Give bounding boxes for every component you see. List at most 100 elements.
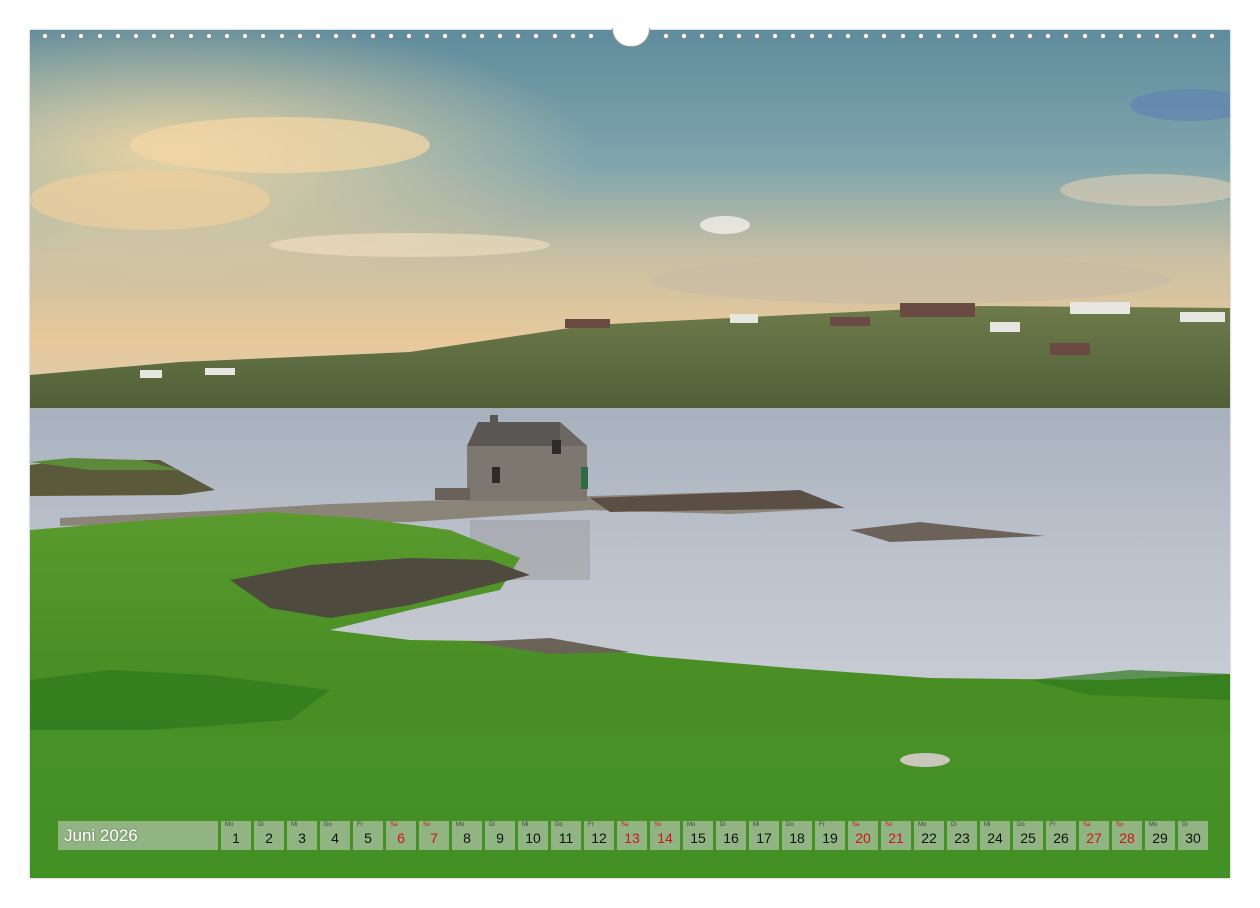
day-cell: Do 11 bbox=[551, 821, 581, 850]
month-label: Juni 2026 bbox=[58, 821, 218, 850]
binding-hole bbox=[899, 33, 906, 39]
day-cell: So 28 bbox=[1112, 821, 1142, 850]
day-number: 27 bbox=[1086, 830, 1102, 846]
binding-hole bbox=[169, 33, 176, 39]
binding-hole bbox=[133, 33, 139, 39]
binding-hole bbox=[1063, 33, 1070, 39]
day-number: 19 bbox=[822, 830, 838, 846]
day-cell: Fr 12 bbox=[584, 821, 614, 850]
day-cell: Mi 10 bbox=[518, 821, 548, 850]
day-cell: So 14 bbox=[650, 821, 680, 850]
day-cell: So 7 bbox=[419, 821, 449, 850]
binding-hole bbox=[972, 33, 979, 39]
day-number: 16 bbox=[723, 830, 739, 846]
binding-hole bbox=[754, 33, 760, 39]
weekday-label: Sa bbox=[390, 822, 398, 828]
binding-hole bbox=[406, 33, 412, 39]
day-number: 21 bbox=[888, 830, 904, 846]
day-cell: Fr 5 bbox=[353, 821, 383, 850]
day-cell: Mi 24 bbox=[980, 821, 1010, 850]
weekday-label: Do bbox=[786, 822, 794, 828]
binding-hole bbox=[790, 33, 797, 39]
binding-hole bbox=[663, 33, 669, 39]
day-cell: Sa 27 bbox=[1079, 821, 1109, 850]
binding-hole bbox=[260, 33, 267, 39]
binding-hole bbox=[1045, 33, 1052, 39]
day-cell: So 21 bbox=[881, 821, 911, 850]
weekday-label: Di bbox=[951, 822, 957, 828]
day-number: 26 bbox=[1053, 830, 1069, 846]
binding-hole bbox=[699, 33, 706, 39]
day-cell: Di 2 bbox=[254, 821, 284, 850]
binding-hole bbox=[1118, 33, 1124, 39]
day-cell: Fr 26 bbox=[1046, 821, 1076, 850]
binding-hole bbox=[826, 33, 833, 39]
day-cell: Sa 13 bbox=[617, 821, 647, 850]
day-cell: Do 18 bbox=[782, 821, 812, 850]
day-number: 9 bbox=[496, 830, 504, 846]
binding-hole bbox=[1172, 33, 1179, 39]
day-number: 18 bbox=[789, 830, 805, 846]
day-cell: Di 16 bbox=[716, 821, 746, 850]
day-number: 12 bbox=[591, 830, 607, 846]
binding-hole bbox=[205, 33, 212, 39]
weekday-label: Mo bbox=[225, 822, 234, 828]
day-cell: Mo 15 bbox=[683, 821, 713, 850]
day-cell: Do 4 bbox=[320, 821, 350, 850]
binding-hole bbox=[681, 33, 688, 39]
calendar-strip: Juni 2026 Mo 1 Di 2 Mi 3 Do 4 Fr 5 Sa 6 So 7 Mo 8 Di 9 Mi 1… bbox=[58, 821, 1208, 850]
binding-hole bbox=[863, 33, 870, 39]
day-number: 1 bbox=[232, 830, 240, 846]
weekday-label: Mo bbox=[918, 822, 927, 828]
binding-hole bbox=[772, 33, 779, 39]
weekday-label: Mo bbox=[456, 822, 465, 828]
binding-hole bbox=[881, 33, 888, 39]
weekday-label: Fr bbox=[1050, 822, 1056, 828]
weekday-label: Do bbox=[1017, 822, 1025, 828]
day-number: 11 bbox=[558, 830, 574, 846]
weekday-label: Di bbox=[1182, 822, 1188, 828]
binding-hole bbox=[551, 33, 558, 39]
binding-hole bbox=[333, 33, 340, 39]
day-number: 2 bbox=[265, 830, 273, 846]
weekday-label: So bbox=[885, 822, 893, 828]
binding-hole bbox=[114, 33, 121, 39]
calendar-page: Juni 2026 Mo 1 Di 2 Mi 3 Do 4 Fr 5 Sa 6 So 7 Mo 8 Di 9 Mi 1… bbox=[0, 0, 1260, 908]
day-cell: Di 9 bbox=[485, 821, 515, 850]
day-number: 8 bbox=[463, 830, 471, 846]
binding-hole bbox=[96, 33, 103, 39]
binding-hole bbox=[990, 33, 997, 39]
binding-hole bbox=[1154, 33, 1161, 39]
binding-hole bbox=[315, 33, 321, 39]
binding-hole bbox=[424, 33, 431, 39]
weekday-label: Di bbox=[258, 822, 264, 828]
day-number: 23 bbox=[954, 830, 970, 846]
binding-hole bbox=[296, 33, 303, 39]
weekday-label: Sa bbox=[621, 822, 629, 828]
binding-hole bbox=[569, 33, 576, 39]
binding-hole bbox=[224, 33, 230, 39]
binding-hole bbox=[1136, 33, 1143, 39]
binding-hole bbox=[1190, 33, 1197, 39]
day-cell: Sa 20 bbox=[848, 821, 878, 850]
binding-hole bbox=[936, 33, 942, 39]
weekday-label: Mo bbox=[687, 822, 696, 828]
day-cell: Mo 29 bbox=[1145, 821, 1175, 850]
binding-hole bbox=[808, 33, 815, 39]
weekday-label: Mi bbox=[753, 822, 760, 828]
day-number: 7 bbox=[430, 830, 438, 846]
day-cell: Mo 1 bbox=[221, 821, 251, 850]
binding-hole bbox=[78, 33, 85, 39]
day-number: 6 bbox=[397, 830, 405, 846]
weekday-label: Mi bbox=[984, 822, 991, 828]
binding-hole bbox=[497, 33, 503, 39]
binding-hole bbox=[515, 33, 522, 39]
day-number: 20 bbox=[855, 830, 871, 846]
weekday-label: Do bbox=[555, 822, 563, 828]
binding-hole bbox=[387, 33, 394, 39]
binding-hole bbox=[442, 33, 449, 39]
weekday-label: Mo bbox=[1149, 822, 1158, 828]
day-number: 10 bbox=[525, 830, 541, 846]
day-number: 14 bbox=[657, 830, 673, 846]
day-number: 25 bbox=[1020, 830, 1036, 846]
